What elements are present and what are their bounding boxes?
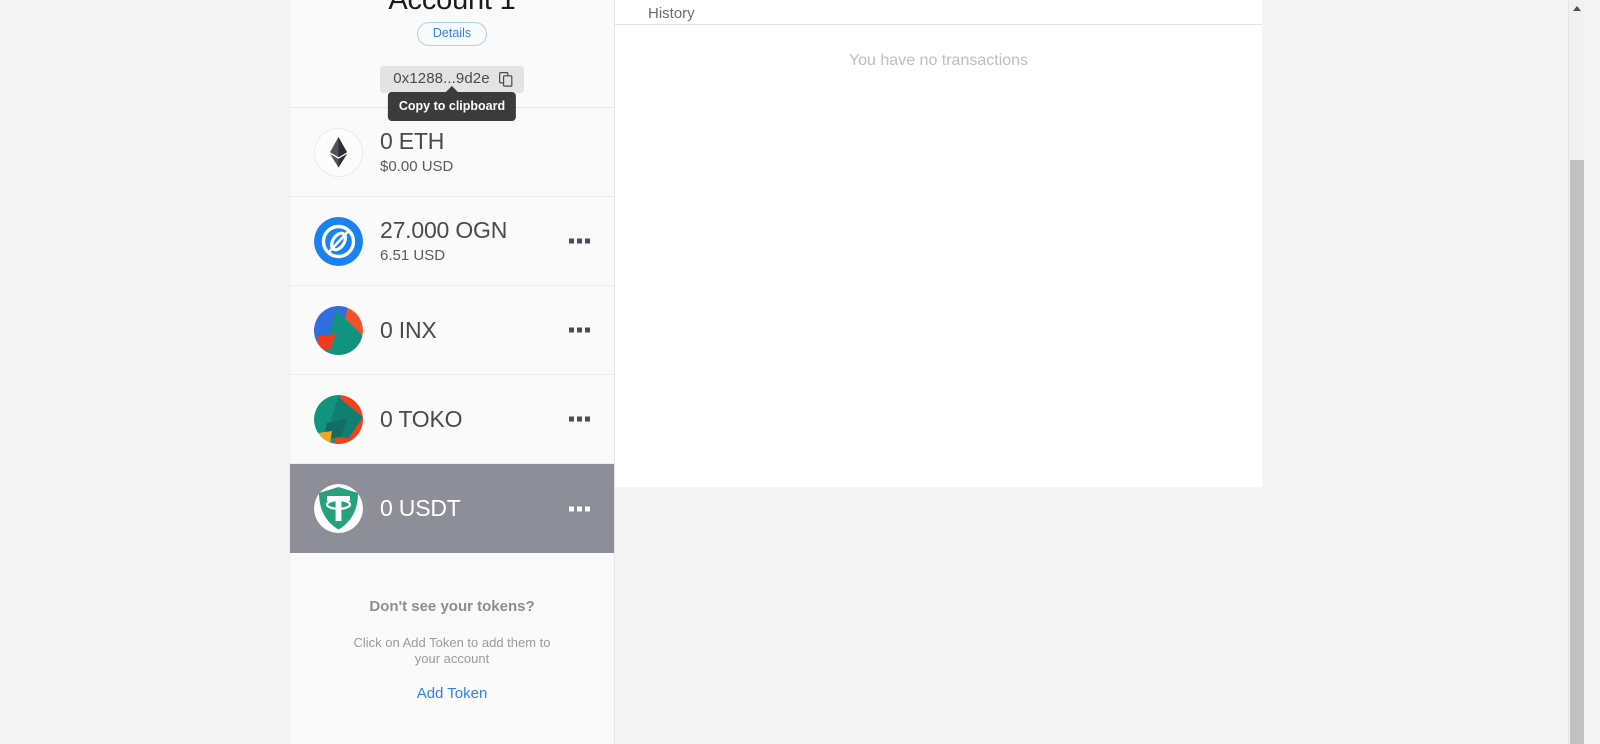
token-texts-eth: 0 ETH $0.00 USD bbox=[380, 128, 453, 176]
token-options-menu-button[interactable] bbox=[567, 500, 592, 517]
add-token-description: Click on Add Token to add them to your a… bbox=[353, 635, 551, 666]
token-amount: 0 TOKO bbox=[380, 405, 463, 432]
token-options-menu-button[interactable] bbox=[567, 322, 592, 339]
token-row-eth[interactable]: 0 ETH $0.00 USD bbox=[290, 108, 614, 197]
token-fiat-value: 6.51 USD bbox=[380, 247, 446, 264]
token-texts-usdt: 0 USDT bbox=[380, 495, 461, 522]
account-address-text: 0x1288...9d2e bbox=[393, 70, 490, 87]
browser-page: Account 1 Details 0x1288...9d2e Copy to … bbox=[0, 0, 1584, 744]
inx-token-identicon-icon bbox=[314, 305, 363, 355]
copy-to-clipboard-icon[interactable] bbox=[498, 71, 513, 87]
add-token-link[interactable]: Add Token bbox=[417, 685, 488, 703]
account-name-title: Account 1 bbox=[290, 0, 614, 10]
token-amount: 0 INX bbox=[380, 316, 437, 343]
token-row-ogn[interactable]: 27.000 OGN 6.51 USD bbox=[290, 197, 614, 286]
history-tab-bar: History bbox=[615, 0, 1262, 25]
token-row-toko[interactable]: 0 TOKO bbox=[290, 375, 614, 464]
tab-history[interactable]: History bbox=[648, 6, 695, 24]
toko-token-identicon-icon bbox=[314, 394, 363, 444]
ethereum-logo-icon bbox=[314, 127, 363, 177]
token-texts-inx: 0 INX bbox=[380, 317, 437, 344]
token-amount: 0 USDT bbox=[380, 495, 461, 521]
account-details-button[interactable]: Details bbox=[416, 22, 488, 46]
token-texts-ogn: 27.000 OGN 6.51 USD bbox=[380, 217, 507, 265]
add-token-title: Don't see your tokens? bbox=[369, 598, 535, 615]
token-amount: 0 ETH bbox=[380, 128, 445, 154]
token-texts-toko: 0 TOKO bbox=[380, 405, 463, 433]
token-row-usdt[interactable]: 0 USDT bbox=[290, 464, 614, 553]
token-amount: 27.000 OGN bbox=[380, 217, 508, 243]
wallet-account-panel: Account 1 Details 0x1288...9d2e Copy to … bbox=[289, 0, 615, 744]
scroll-up-arrow-icon[interactable] bbox=[1569, 0, 1584, 17]
account-address-area: 0x1288...9d2e Copy to clipboard bbox=[290, 66, 614, 121]
token-options-menu-button[interactable] bbox=[567, 411, 592, 428]
token-fiat-value: $0.00 USD bbox=[380, 158, 454, 175]
copy-to-clipboard-tooltip: Copy to clipboard bbox=[387, 86, 517, 121]
vertical-scrollbar[interactable] bbox=[1568, 0, 1584, 744]
transaction-history-panel: History You have no transactions bbox=[615, 0, 1262, 487]
origin-protocol-logo-icon bbox=[314, 216, 363, 266]
add-token-section: Don't see your tokens? Click on Add Toke… bbox=[290, 553, 614, 703]
token-options-menu-button[interactable] bbox=[567, 233, 592, 250]
history-empty-message: You have no transactions bbox=[848, 52, 1029, 69]
token-row-inx[interactable]: 0 INX bbox=[290, 286, 614, 375]
token-list: 0 ETH $0.00 USD 27.000 OGN 6.51 USD 0 IN… bbox=[290, 108, 614, 553]
tether-usdt-logo-icon bbox=[314, 484, 363, 533]
scrollbar-thumb[interactable] bbox=[1570, 160, 1584, 744]
account-header: Account 1 Details 0x1288...9d2e Copy to … bbox=[290, 0, 614, 121]
